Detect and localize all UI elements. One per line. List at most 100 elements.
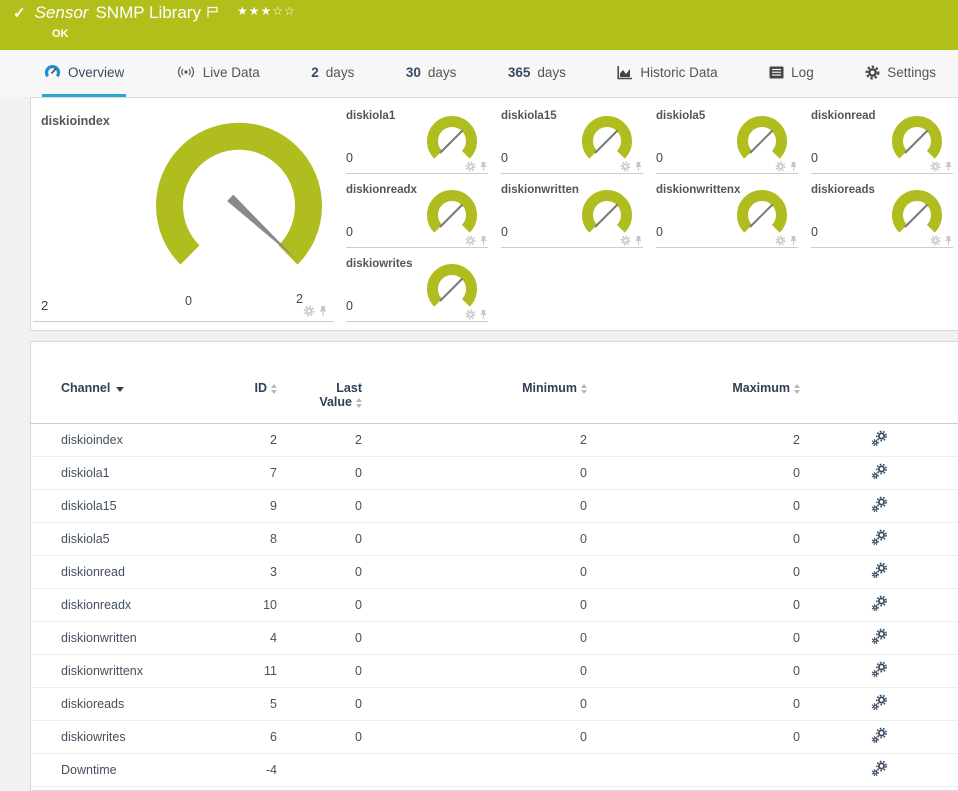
channel-settings-gears-icon[interactable] xyxy=(871,562,888,579)
pin-icon[interactable] xyxy=(634,161,643,172)
priority-stars[interactable]: ★★★☆☆ xyxy=(237,4,296,18)
channel-settings-gears-icon[interactable] xyxy=(871,760,888,777)
flag-icon[interactable] xyxy=(207,6,219,18)
gauge-current-value: 0 xyxy=(501,225,508,239)
channel-maximum: 0 xyxy=(587,720,800,754)
gauge-current-value: 0 xyxy=(346,151,353,165)
column-header-id[interactable]: ID xyxy=(231,342,277,424)
gear-icon[interactable] xyxy=(465,161,476,172)
gauge-tile-diskionwritten[interactable]: diskionwritten 0 xyxy=(501,180,643,248)
tab-log[interactable]: Log xyxy=(767,50,816,97)
channel-minimum: 0 xyxy=(362,489,587,523)
gear-icon[interactable] xyxy=(303,305,315,317)
pin-icon[interactable] xyxy=(318,305,328,317)
channel-settings-gears-icon[interactable] xyxy=(871,628,888,645)
column-header-maximum[interactable]: Maximum xyxy=(587,342,800,424)
channel-settings-gears-icon[interactable] xyxy=(871,694,888,711)
channel-settings-gears-icon[interactable] xyxy=(871,496,888,513)
pin-icon[interactable] xyxy=(479,161,488,172)
channel-settings-gears-icon[interactable] xyxy=(871,430,888,447)
tab-30-days[interactable]: 30 days xyxy=(404,50,459,97)
channel-maximum xyxy=(587,753,800,787)
pin-icon[interactable] xyxy=(789,235,798,246)
gauge-tile-diskionwrittenx[interactable]: diskionwrittenx 0 xyxy=(656,180,798,248)
channel-id: 9 xyxy=(231,489,277,523)
channel-settings-gears-icon[interactable] xyxy=(871,595,888,612)
gauge-tile-diskioreads[interactable]: diskioreads 0 xyxy=(811,180,953,248)
pin-icon[interactable] xyxy=(479,235,488,246)
gauge-title: diskioindex xyxy=(41,114,110,128)
tab-overview[interactable]: Overview xyxy=(42,50,127,97)
channel-id: -4 xyxy=(231,753,277,787)
gear-icon[interactable] xyxy=(620,161,631,172)
gear-icon[interactable] xyxy=(775,161,786,172)
gear-icon[interactable] xyxy=(930,161,941,172)
broadcast-icon xyxy=(177,66,194,78)
channel-settings-gears-icon[interactable] xyxy=(871,463,888,480)
gauge-scale-min: 0 xyxy=(185,294,192,308)
sort-icon xyxy=(356,397,362,408)
gauge-dial xyxy=(892,190,942,233)
channel-minimum: 0 xyxy=(362,621,587,655)
table-row: diskionwrittenx 11 0 0 0 xyxy=(31,654,958,688)
gauge-tile-diskioindex[interactable]: diskioindex 2 0 2 xyxy=(33,106,334,322)
channel-minimum xyxy=(362,753,587,787)
channel-last-value: 0 xyxy=(277,555,362,589)
gear-icon[interactable] xyxy=(465,235,476,246)
channel-last-value: 0 xyxy=(277,654,362,688)
gauge-dial xyxy=(427,264,477,307)
gauge-tile-actions xyxy=(775,235,798,246)
gauge-tile-diskionread[interactable]: diskionread 0 xyxy=(811,106,953,174)
pin-icon[interactable] xyxy=(944,161,953,172)
channel-id: 3 xyxy=(231,555,277,589)
gauge-tile-diskiowrites[interactable]: diskiowrites 0 xyxy=(346,254,488,322)
channel-settings-gears-icon[interactable] xyxy=(871,661,888,678)
sort-icon xyxy=(581,383,587,394)
gauge-current-value: 0 xyxy=(656,225,663,239)
channel-minimum: 0 xyxy=(362,588,587,622)
gear-icon[interactable] xyxy=(465,309,476,320)
gauge-tile-actions xyxy=(620,235,643,246)
gauge-tile-diskiola1[interactable]: diskiola1 0 xyxy=(346,106,488,174)
channel-name: diskionreadx xyxy=(31,588,231,622)
pin-icon[interactable] xyxy=(634,235,643,246)
channel-minimum: 0 xyxy=(362,654,587,688)
tab-number: 30 xyxy=(405,64,421,80)
column-header-channel[interactable]: Channel xyxy=(31,342,231,424)
channel-maximum: 0 xyxy=(587,489,800,523)
gauge-tile-diskiola5[interactable]: diskiola5 0 xyxy=(656,106,798,174)
pin-icon[interactable] xyxy=(789,161,798,172)
gauge-title: diskiola15 xyxy=(501,110,557,122)
channel-last-value xyxy=(277,753,362,787)
gauge-tile-diskionreadx[interactable]: diskionreadx 0 xyxy=(346,180,488,248)
gauge-dial xyxy=(582,190,632,233)
table-row: diskionread 3 0 0 0 xyxy=(31,555,958,589)
tab-2-days[interactable]: 2 days xyxy=(309,50,356,97)
table-row: diskionreadx 10 0 0 0 xyxy=(31,588,958,622)
table-row: diskiola1 7 0 0 0 xyxy=(31,456,958,490)
gauge-tile-actions xyxy=(465,309,488,320)
gear-icon[interactable] xyxy=(930,235,941,246)
column-header-last-value[interactable]: Last Value xyxy=(277,342,362,424)
tab-365-days[interactable]: 365 days xyxy=(506,50,568,97)
log-list-icon xyxy=(769,66,784,78)
gear-icon[interactable] xyxy=(775,235,786,246)
gear-icon[interactable] xyxy=(620,235,631,246)
tab-live-data[interactable]: Live Data xyxy=(174,50,262,97)
channel-name: diskionwrittenx xyxy=(31,654,231,688)
gauge-current-value: 0 xyxy=(811,151,818,165)
channel-settings-gears-icon[interactable] xyxy=(871,727,888,744)
gauges-panel: diskioindex 2 0 2 diskiola1 0 diskiola15… xyxy=(30,97,958,331)
tab-settings[interactable]: Settings xyxy=(863,50,938,97)
gauge-title: diskionwrittenx xyxy=(656,184,741,196)
table-row: diskiola15 9 0 0 0 xyxy=(31,489,958,523)
pin-icon[interactable] xyxy=(479,309,488,320)
gauge-tile-diskiola15[interactable]: diskiola15 0 xyxy=(501,106,643,174)
channel-last-value: 0 xyxy=(277,456,362,490)
gauge-tile-actions xyxy=(620,161,643,172)
gauge-current-value: 0 xyxy=(811,225,818,239)
channel-settings-gears-icon[interactable] xyxy=(871,529,888,546)
pin-icon[interactable] xyxy=(944,235,953,246)
column-header-minimum[interactable]: Minimum xyxy=(362,342,587,424)
tab-historic-data[interactable]: Historic Data xyxy=(615,50,719,97)
